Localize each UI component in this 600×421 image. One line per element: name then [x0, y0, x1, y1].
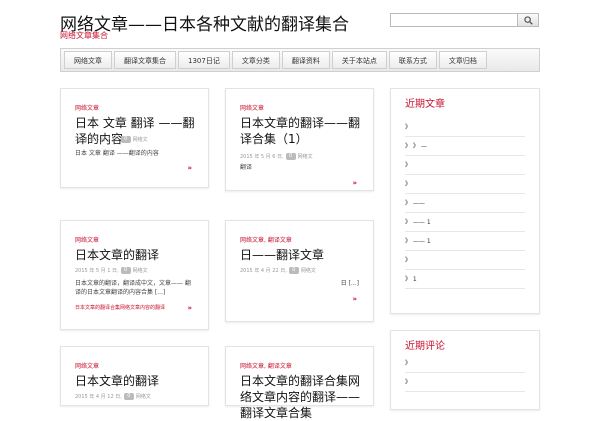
nav-item[interactable]: 翻译资料 [281, 51, 330, 69]
main-nav: 网络文章 翻译文章集合 1307日记 文章分类 翻译资料 关于本站点 联系方式 文章归档 [60, 48, 540, 72]
nav-item[interactable]: 文章归档 [438, 51, 487, 69]
post-title[interactable]: 日本文章的翻译 [75, 247, 198, 263]
sidebar-link[interactable]: 》 [405, 250, 525, 270]
site-tagline: 网络文章集合 [60, 31, 108, 40]
sidebar-link[interactable]: 》 —— 1 [405, 231, 525, 251]
nav-item[interactable]: 翻译文章集合 [114, 51, 176, 69]
post-card: 网络文章 日本 文章 翻译 ——翻译的内容 2015 年 5 月 7 日, 0 网络… [60, 88, 209, 188]
sidebar-link-label: 》 [405, 124, 412, 131]
post-date: 2015 年 4 月 22 日, [240, 268, 287, 274]
post-author[interactable]: 网络文 [133, 268, 148, 274]
nav-item[interactable]: 文章分类 [231, 51, 280, 69]
post-card: 网络文章, 翻译文章 日——翻译文章 2015 年 4 月 22 日, 0 网络文 … [225, 220, 374, 322]
read-more-link[interactable]: » [352, 295, 357, 303]
post-date: 2015 年 4 月 12 日, [75, 394, 122, 400]
post-excerpt: 日 [...] [340, 280, 359, 287]
post-card: 网络文章, 翻译文章 日本文章的翻译合集网络文章内容的翻译——翻译文章合集 [225, 346, 374, 420]
sidebar-link[interactable]: 》 —— [405, 193, 525, 213]
post-category[interactable]: 网络文章, 翻译文章 [240, 361, 292, 370]
comment-count[interactable]: 0 [123, 393, 134, 400]
post-card: 网络文章 日本文章的翻译 2015 年 4 月 12 日, 0 网络文 [60, 346, 209, 406]
post-author[interactable]: 网络文 [301, 268, 316, 274]
post-title[interactable]: 日本文章的翻译合集网络文章内容的翻译——翻译文章合集 [240, 373, 363, 421]
post-card: 网络文章 日本文章的翻译 2015 年 5 月 1 日, 0 网络文 日本文章的翻译… [60, 220, 209, 330]
comment-count[interactable]: 0 [120, 267, 131, 274]
sidebar-link-label: 》 —— 1 [405, 219, 431, 226]
sidebar-link[interactable]: 》 [405, 372, 525, 392]
search-button[interactable] [517, 13, 539, 27]
post-link[interactable]: 日本文章的翻译合集网络文章内容的翻译 [75, 304, 165, 311]
search-icon [524, 16, 533, 25]
post-excerpt: 日本文章的翻译，翻译成中文，文章—— 翻译的日本文章翻译的内容合集 [...] [75, 280, 191, 296]
post-category[interactable]: 网络文章 [75, 361, 99, 370]
sidebar-link-label: 》 1 [405, 276, 417, 283]
sidebar-link-label: 》 —— [405, 200, 425, 207]
search-form [390, 13, 540, 27]
sidebar-link[interactable]: 》 1 [405, 269, 525, 289]
widget-title: 近期评论 [405, 341, 445, 352]
post-date: 2015 年 5 月 6 日, [240, 154, 284, 160]
post-meta: 2015 年 5 月 7 日, 0 网络文 [75, 136, 148, 143]
read-more-link[interactable]: » [187, 304, 192, 312]
post-card: 网络文章 日本文章的翻译——翻译合集（1） 2015 年 5 月 6 日, 0 网络… [225, 88, 374, 191]
search-input[interactable] [390, 13, 518, 27]
post-category[interactable]: 网络文章 [240, 103, 264, 112]
sidebar-link[interactable]: 》 [405, 117, 525, 137]
sidebar-link-label: 》 —— 1 [405, 238, 431, 245]
sidebar-link-label: 》 [405, 162, 412, 169]
post-date: 2015 年 5 月 1 日, [75, 268, 119, 274]
post-author[interactable]: 网络文 [133, 137, 148, 143]
post-author[interactable]: 网络文 [136, 394, 151, 400]
post-date: 2015 年 5 月 7 日, [75, 137, 119, 143]
post-title[interactable]: 日——翻译文章 [240, 247, 363, 263]
sidebar-link-label: 》 [405, 379, 412, 386]
post-meta: 2015 年 4 月 12 日, 0 网络文 [75, 393, 151, 400]
read-more-link[interactable]: » [352, 179, 357, 187]
post-title[interactable]: 日本文章的翻译 [75, 373, 198, 389]
post-meta: 2015 年 4 月 22 日, 0 网络文 [240, 267, 316, 274]
post-meta: 2015 年 5 月 1 日, 0 网络文 [75, 267, 148, 274]
comment-count[interactable]: 0 [285, 153, 296, 160]
nav-item[interactable]: 网络文章 [64, 51, 112, 69]
sidebar-link-label: 》 [405, 360, 412, 367]
comment-count[interactable]: 0 [288, 267, 299, 274]
sidebar-link[interactable]: 》 》 — [405, 136, 525, 156]
sidebar-widget-recent-posts: 近期文章 》》 》 — 》》》 —— 》 —— 1 》 —— 1 》》 1 [390, 88, 540, 314]
sidebar-link[interactable]: 》 —— 1 [405, 212, 525, 232]
sidebar-link[interactable]: 》 [405, 353, 525, 373]
post-title[interactable]: 日本文章的翻译——翻译合集（1） [240, 115, 363, 147]
post-meta: 2015 年 5 月 6 日, 0 网络文 [240, 153, 313, 160]
nav-item[interactable]: 关于本站点 [331, 51, 387, 69]
post-category[interactable]: 网络文章 [75, 103, 99, 112]
sidebar-link[interactable]: 》 [405, 174, 525, 194]
comment-count[interactable]: 0 [120, 136, 131, 143]
post-excerpt: 日本 文章 翻译 ——翻译的内容 [75, 150, 159, 157]
nav-item[interactable]: 1307日记 [178, 51, 230, 69]
post-category[interactable]: 网络文章, 翻译文章 [240, 235, 292, 244]
sidebar-link-label: 》 》 — [405, 143, 427, 150]
sidebar-widget-recent-comments: 近期评论 》》 [390, 330, 540, 410]
post-author[interactable]: 网络文 [298, 154, 313, 160]
sidebar-link[interactable]: 》 [405, 155, 525, 175]
sidebar-link-label: 》 [405, 257, 412, 264]
read-more-link[interactable]: » [187, 164, 192, 172]
sidebar-link-label: 》 [405, 181, 412, 188]
post-excerpt: 翻译 [240, 164, 253, 171]
post-category[interactable]: 网络文章 [75, 235, 99, 244]
widget-title: 近期文章 [405, 99, 445, 110]
nav-item[interactable]: 联系方式 [388, 51, 437, 69]
